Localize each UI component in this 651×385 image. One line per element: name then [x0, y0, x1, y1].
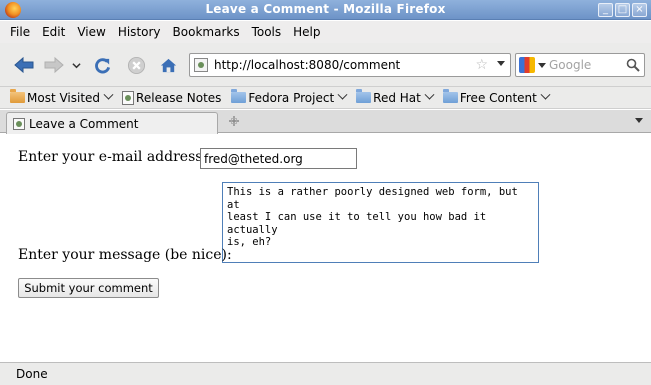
folder-icon [231, 89, 247, 103]
message-textarea[interactable]: This is a rather poorly designed web for… [222, 182, 539, 263]
tab-label: Leave a Comment [29, 116, 139, 131]
tab-strip: Leave a Comment [0, 110, 651, 134]
bookmark-label: Fedora Project [248, 90, 335, 105]
folder-icon [356, 89, 372, 103]
folder-icon [442, 89, 458, 103]
message-label: Enter your message (be nice): [18, 247, 232, 263]
bookmarks-toolbar: Most Visited Release Notes Fedora Projec… [0, 87, 651, 109]
folder-icon [10, 89, 25, 103]
search-engine-dropdown-icon[interactable] [538, 63, 546, 68]
menu-bar: File Edit View History Bookmarks Tools H… [0, 21, 651, 43]
search-bar[interactable]: Google [515, 53, 645, 77]
close-button[interactable]: × [632, 3, 647, 17]
chevron-down-icon [337, 89, 348, 100]
magnifier-icon[interactable] [626, 58, 640, 72]
new-tab-icon[interactable] [228, 115, 240, 127]
bookmark-fedora-project[interactable]: Fedora Project [231, 89, 348, 105]
history-dropdown-icon[interactable] [70, 55, 82, 75]
page-content: Enter your e-mail address: This is a rat… [0, 134, 651, 362]
bookmark-label: Most Visited [27, 90, 101, 105]
menu-file[interactable]: File [10, 25, 30, 39]
email-field[interactable] [200, 148, 357, 169]
menu-bookmarks[interactable]: Bookmarks [173, 25, 240, 39]
bookmark-free-content[interactable]: Free Content [442, 89, 551, 105]
reload-icon[interactable] [92, 55, 112, 75]
menu-edit[interactable]: Edit [42, 25, 65, 39]
menu-view[interactable]: View [77, 25, 105, 39]
page-icon [122, 90, 135, 105]
title-bar: Leave a Comment - Mozilla Firefox _ □ × [0, 0, 651, 20]
menu-tools[interactable]: Tools [252, 25, 282, 39]
url-dropdown-icon[interactable] [497, 61, 505, 66]
window-title: Leave a Comment - Mozilla Firefox [205, 2, 446, 16]
email-label: Enter your e-mail address: [18, 149, 208, 165]
search-placeholder[interactable]: Google [549, 58, 591, 72]
status-text: Done [16, 367, 48, 381]
tab-leave-a-comment[interactable]: Leave a Comment [6, 112, 218, 134]
bookmark-most-visited[interactable]: Most Visited [10, 89, 114, 105]
bookmark-release-notes[interactable]: Release Notes [122, 90, 222, 105]
forward-arrow-icon[interactable] [44, 55, 64, 75]
menu-help[interactable]: Help [293, 25, 320, 39]
site-favicon-icon [194, 58, 208, 72]
chevron-down-icon [540, 89, 551, 100]
navigation-toolbar: http://localhost:8080/comment ☆ Google [0, 43, 651, 87]
address-bar[interactable]: http://localhost:8080/comment ☆ [189, 53, 511, 77]
submit-comment-button[interactable]: Submit your comment [18, 278, 159, 298]
menu-history[interactable]: History [118, 25, 161, 39]
bookmark-label: Release Notes [136, 90, 222, 105]
chevron-down-icon [103, 89, 114, 100]
back-arrow-icon[interactable] [14, 55, 34, 75]
window-controls: _ □ × [598, 3, 647, 17]
bookmark-label: Free Content [459, 90, 537, 105]
stop-icon[interactable] [126, 55, 146, 75]
chevron-down-icon [424, 89, 435, 100]
bookmark-red-hat[interactable]: Red Hat [356, 89, 435, 105]
status-bar: Done [0, 362, 651, 385]
tab-favicon-icon [13, 117, 25, 130]
search-engine-icon[interactable] [519, 57, 535, 73]
bookmark-star-icon[interactable]: ☆ [475, 57, 488, 73]
tab-list-dropdown-icon[interactable] [635, 118, 643, 123]
maximize-button[interactable]: □ [615, 3, 630, 17]
minimize-button[interactable]: _ [598, 3, 613, 17]
url-text[interactable]: http://localhost:8080/comment [214, 58, 400, 72]
bookmark-label: Red Hat [373, 90, 421, 105]
home-icon[interactable] [158, 55, 178, 75]
